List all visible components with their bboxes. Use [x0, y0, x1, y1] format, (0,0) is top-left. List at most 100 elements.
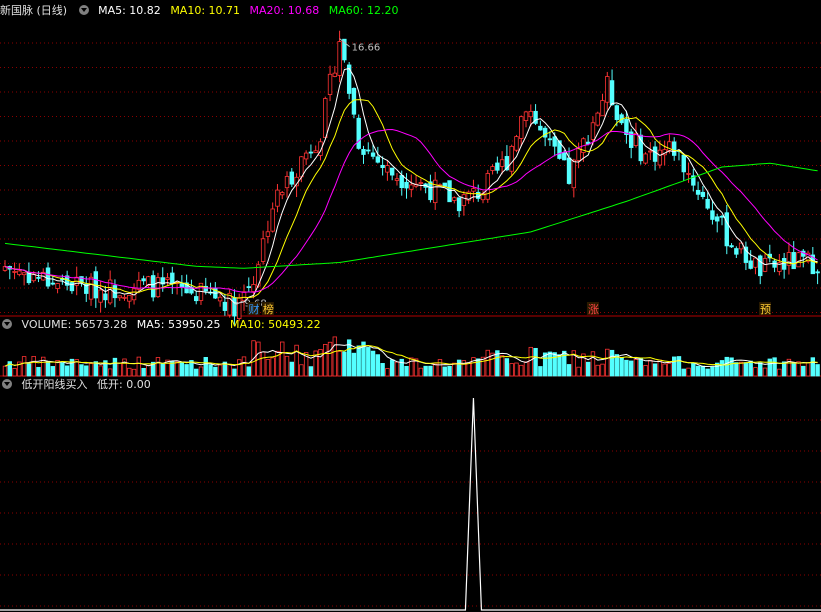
volume-bar: [485, 349, 490, 377]
volume-bar: [84, 365, 89, 377]
volume-bar: [619, 357, 624, 377]
candle-body: [327, 73, 333, 95]
candle-body: [155, 277, 161, 298]
candle-body: [17, 270, 22, 275]
ma5-label: MA5: 10.82: [98, 4, 161, 17]
indicator-title: 低开阳线买入: [21, 378, 88, 391]
collapse-icon[interactable]: [78, 5, 89, 15]
candle-body: [461, 194, 467, 206]
event-marker: 预: [760, 303, 771, 316]
volume-bar: [299, 364, 304, 377]
candle-body: [686, 173, 691, 175]
volume-bar: [270, 357, 275, 377]
price-panel-header: 新国脉 (日线) MA5: 10.82 MA10: 10.71 MA20: 10…: [0, 3, 404, 19]
candle-body: [88, 276, 94, 300]
candle-body: [523, 111, 529, 121]
event-marker: 财: [249, 302, 260, 316]
volume-bar: [366, 347, 371, 377]
volume-bar: [805, 362, 811, 377]
volume-bar: [342, 351, 347, 377]
volume-bar: [624, 359, 629, 377]
volume-bar: [662, 363, 667, 377]
event-marker: 榜: [263, 302, 274, 316]
candle-body: [452, 197, 457, 201]
volume-bar: [2, 365, 8, 377]
candle-body: [227, 292, 232, 316]
volume-bar: [609, 349, 615, 377]
volume-bar: [528, 346, 533, 377]
candle-body: [275, 189, 280, 207]
volume-bar: [389, 359, 395, 377]
collapse-icon[interactable]: [2, 319, 12, 329]
candle-body: [624, 118, 629, 135]
candle-body: [566, 157, 572, 184]
volume-bar: [442, 366, 447, 377]
volume-bar: [519, 364, 524, 377]
candle-body: [366, 149, 371, 152]
volume-bar: [193, 368, 199, 377]
candle-body: [547, 138, 553, 141]
candle-body: [103, 293, 108, 301]
volume-bar: [284, 355, 290, 377]
candle-body: [150, 275, 156, 298]
candle-body: [576, 148, 581, 161]
volume-bar: [98, 365, 103, 377]
ma20-line: [4, 128, 818, 293]
volume-bar: [638, 357, 643, 377]
candle-body: [260, 238, 266, 262]
candle-body: [471, 188, 476, 192]
candle-body: [380, 164, 385, 168]
event-marker: 涨: [588, 303, 599, 316]
candle-body: [332, 72, 338, 77]
kline-chart: 16.669.68财榜涨预: [0, 30, 821, 611]
volume-bar: [762, 367, 768, 377]
volume-bar: [327, 341, 333, 377]
volume-bar: [60, 362, 65, 377]
candle-body: [538, 125, 543, 131]
volume-bar: [456, 359, 462, 377]
volume-bar: [79, 364, 84, 377]
candle-body: [270, 208, 275, 232]
candle-body: [605, 76, 610, 103]
candle-body: [748, 260, 753, 269]
candle-body: [590, 122, 596, 140]
volume-bar: [294, 344, 299, 377]
volume-bar: [394, 361, 400, 377]
candle-body: [509, 145, 514, 172]
volume-bar: [509, 363, 514, 377]
candle-body: [303, 152, 309, 160]
volume-bar: [499, 355, 505, 377]
volume-bar: [280, 341, 285, 377]
volume-bar: [437, 359, 443, 377]
candle-body: [217, 296, 223, 302]
volume-bar: [738, 361, 744, 377]
vol-ma10-label: MA10: 50493.22: [229, 318, 321, 331]
volume-bar: [810, 357, 816, 377]
ma10-line: [4, 99, 818, 299]
volume-bar: [614, 354, 620, 377]
volume-bar: [724, 356, 729, 377]
indicator-panel-header: 低开阳线买入 低开: 0.00: [0, 377, 157, 393]
candle-body: [50, 282, 55, 285]
candle-body: [179, 283, 185, 288]
candle-body: [193, 296, 199, 302]
volume-bar: [337, 350, 342, 377]
candle-body: [648, 150, 653, 153]
candle-body: [21, 272, 27, 276]
candle-body: [796, 252, 801, 268]
volume-bar: [241, 356, 247, 377]
collapse-icon[interactable]: [2, 379, 12, 389]
candle-body: [490, 166, 495, 171]
volume-bar: [36, 366, 41, 377]
candle-body: [705, 198, 710, 209]
volume-bar: [179, 362, 185, 377]
candle-body: [404, 181, 409, 189]
volume-bar: [791, 362, 796, 377]
volume-bar: [88, 363, 94, 377]
volume-bar: [432, 363, 438, 377]
candle-body: [724, 212, 729, 247]
volume-bar: [772, 357, 777, 377]
candle-body: [36, 277, 41, 279]
candle-body: [122, 296, 127, 299]
candle-body: [609, 80, 615, 106]
